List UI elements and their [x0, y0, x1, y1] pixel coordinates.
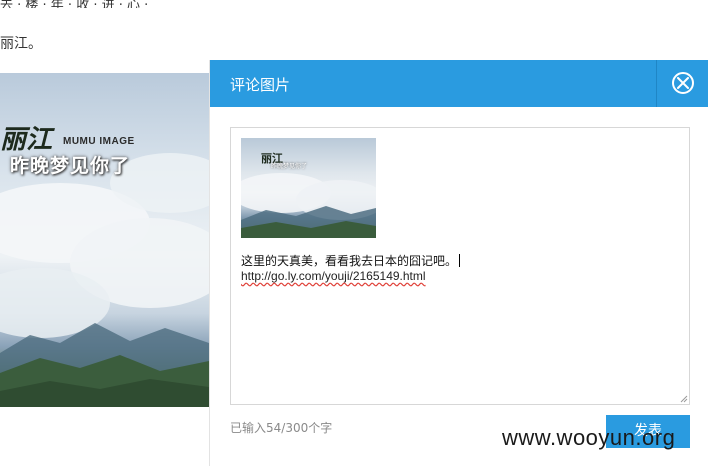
close-button[interactable]	[672, 72, 694, 94]
comment-link: http://go.ly.com/youji/2165149.html	[241, 269, 426, 283]
photo-brand: MUMU IMAGE	[63, 136, 135, 147]
attached-image-thumbnail[interactable]: 丽江 昨晚梦见你了	[241, 138, 376, 238]
dialog-header: 评论图片	[210, 60, 708, 107]
comment-editor[interactable]: 丽江 昨晚梦见你了 这里的天真美，看看我去日本的囧记吧。 http://go.l…	[230, 127, 690, 405]
close-icon	[677, 77, 689, 89]
background-text-line: 丽江。	[0, 36, 42, 52]
comment-text-content: 这里的天真美，看看我去日本的囧记吧。	[241, 254, 458, 268]
character-counter: 已输入54/300个字	[230, 421, 333, 435]
comment-image-dialog: 评论图片 丽江 昨晚梦见你了 这里的天真美，看看我去日本的囧记吧。 http:/…	[209, 60, 708, 466]
dialog-title: 评论图片	[230, 76, 291, 94]
watermark: www.wooyun.org	[502, 425, 676, 450]
thumbnail-caption: 昨晚梦见你了	[271, 163, 308, 170]
comment-text: 这里的天真美，看看我去日本的囧记吧。	[241, 254, 461, 269]
text-caret	[459, 254, 461, 267]
header-divider	[656, 60, 657, 107]
photo-caption: 昨晚梦见你了	[10, 155, 131, 177]
background-photo[interactable]: 丽江 MUMU IMAGE 昨晚梦见你了	[0, 73, 209, 407]
resize-grip-icon[interactable]	[680, 395, 688, 403]
background-text-fragment: 去 · 楼 · 年 · 收 · 进 · 心 · 已	[0, 0, 150, 8]
